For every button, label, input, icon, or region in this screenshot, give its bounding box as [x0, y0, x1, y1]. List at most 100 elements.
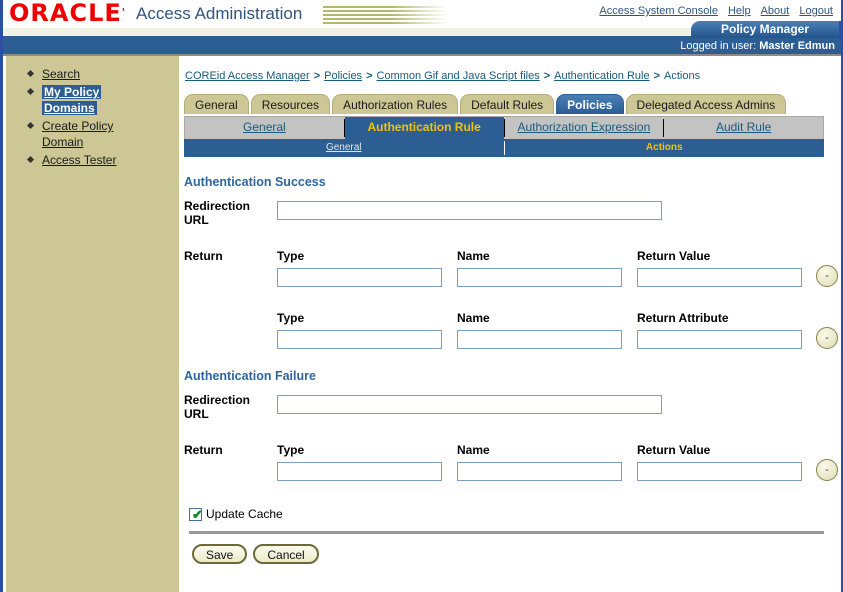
- success-redirection-row: Redirection URL: [184, 199, 839, 237]
- success-r2-type-input[interactable]: [277, 330, 442, 349]
- sidebar-item-my-policy-domains[interactable]: My Policy Domains: [26, 84, 179, 116]
- tabs-level1: General Resources Authorization Rules Defau…: [184, 94, 839, 116]
- button-row: Save Cancel: [192, 544, 839, 564]
- tab-default-rules[interactable]: Default Rules: [460, 94, 555, 114]
- link-about[interactable]: About: [761, 5, 790, 17]
- section-title-authentication-success: Authentication Success: [184, 175, 326, 189]
- subsubtab-general[interactable]: General: [184, 139, 504, 157]
- breadcrumb-separator: >: [543, 70, 551, 82]
- tab-resources[interactable]: Resources: [250, 94, 331, 114]
- success-r1-value-input[interactable]: [637, 268, 802, 287]
- success-r2-name-label: Name: [457, 311, 490, 325]
- subtab-audit-rule-label[interactable]: Audit Rule: [716, 120, 771, 134]
- sidebar-item-search-label[interactable]: Search: [42, 67, 80, 81]
- subtab-audit-rule[interactable]: Audit Rule: [664, 117, 823, 139]
- breadcrumb-item-4: Actions: [664, 70, 701, 82]
- failure-redirection-label: Redirection URL: [184, 393, 251, 421]
- sidebar-item-search[interactable]: Search: [26, 66, 179, 82]
- breadcrumb-item-3[interactable]: Authentication Rule: [554, 70, 649, 82]
- breadcrumb-separator: >: [653, 70, 661, 82]
- failure-r1-name-label: Name: [457, 443, 490, 457]
- sidebar-item-create-policy-domain-label[interactable]: Create Policy: [42, 119, 113, 133]
- success-r2-value-label: Return Attribute: [637, 311, 729, 325]
- logged-in-label: Logged in user:: [680, 40, 757, 52]
- breadcrumb-item-2[interactable]: Common Gif and Java Script files: [377, 70, 540, 82]
- decorative-stripes: [323, 6, 448, 25]
- subtab-general[interactable]: General: [185, 117, 344, 139]
- breadcrumb-separator: >: [366, 70, 373, 82]
- success-r2-name-input[interactable]: [457, 330, 622, 349]
- success-r2-type-label: Type: [277, 311, 305, 325]
- success-r1-value-label: Return Value: [637, 249, 711, 263]
- subsubtab-general-label[interactable]: General: [326, 142, 362, 153]
- sidebar-nav-list: Search My Policy Domains Create Policy D…: [6, 56, 179, 168]
- failure-r1-value-label: Return Value: [637, 443, 711, 457]
- tabs-level2: General Authentication Rule Authorizatio…: [184, 116, 824, 139]
- failure-r1-type-input[interactable]: [277, 462, 442, 481]
- oracle-logo-tick: ': [121, 6, 127, 19]
- breadcrumb: COREid Access Manager > Policies > Common Gi…: [179, 56, 839, 82]
- failure-return-row-1: Return Type Name Return Value -: [184, 443, 839, 491]
- minus-icon[interactable]: -: [816, 459, 838, 481]
- link-logout[interactable]: Logout: [799, 5, 833, 17]
- sidebar-item-create-policy-domain[interactable]: Create Policy Domain: [26, 118, 179, 150]
- success-redirection-url-input[interactable]: [277, 201, 662, 220]
- failure-r1-name-input[interactable]: [457, 462, 622, 481]
- success-r1-type-label: Type: [277, 249, 305, 263]
- failure-r1-type-label: Type: [277, 443, 305, 457]
- save-button[interactable]: Save: [192, 544, 248, 564]
- success-r2-value-input[interactable]: [637, 330, 802, 349]
- failure-redirection-url-input[interactable]: [277, 395, 662, 414]
- tab-authorization-rules[interactable]: Authorization Rules: [332, 94, 459, 114]
- success-r1-name-label: Name: [457, 249, 490, 263]
- update-cache-row: ✔ Update Cache: [189, 507, 839, 521]
- success-r1-type-input[interactable]: [277, 268, 442, 287]
- success-return-row-1: Return Type Name Return Value -: [184, 249, 839, 301]
- sidebar-item-access-tester[interactable]: Access Tester: [26, 152, 179, 168]
- breadcrumb-item-0[interactable]: COREid Access Manager: [185, 70, 310, 82]
- sidebar-item-create-policy-domain-label2[interactable]: Domain: [42, 135, 83, 149]
- success-redirection-label: Redirection URL: [184, 199, 251, 227]
- tab-delegated-access-admins[interactable]: Delegated Access Admins: [625, 94, 787, 114]
- top-links: Access System Console Help About Logout: [589, 5, 833, 17]
- checkmark-icon: ✔: [192, 506, 203, 522]
- link-help[interactable]: Help: [728, 5, 751, 17]
- subtab-general-label[interactable]: General: [243, 120, 286, 134]
- success-return-row-2: Type Name Return Attribute -: [184, 311, 839, 363]
- failure-redirection-row: Redirection URL: [184, 393, 839, 431]
- product-tab-policy-manager[interactable]: Policy Manager: [691, 21, 841, 38]
- masthead: ORACLE' Access Administration Access Sys…: [3, 0, 841, 56]
- subsubtab-actions[interactable]: Actions: [505, 139, 825, 157]
- subtab-authorization-expression[interactable]: Authorization Expression: [505, 117, 664, 139]
- diamond-bullet-icon: [26, 155, 35, 164]
- failure-r1-value-input[interactable]: [637, 462, 802, 481]
- tab-policies[interactable]: Policies: [556, 94, 624, 114]
- success-r1-name-input[interactable]: [457, 268, 622, 287]
- section-title-authentication-failure: Authentication Failure: [184, 369, 316, 383]
- logged-in-user: Logged in user: Master Edmun: [672, 38, 839, 54]
- minus-icon[interactable]: -: [816, 327, 838, 349]
- oracle-logo-text: ORACLE: [9, 0, 122, 27]
- sidebar: Search My Policy Domains Create Policy D…: [6, 56, 179, 592]
- sidebar-item-my-policy-domains-label2[interactable]: Domains: [42, 101, 97, 115]
- breadcrumb-item-1[interactable]: Policies: [324, 70, 362, 82]
- sidebar-item-my-policy-domains-label[interactable]: My Policy: [42, 85, 102, 99]
- tab-general[interactable]: General: [184, 94, 249, 114]
- success-return-label: Return: [184, 249, 223, 263]
- update-cache-checkbox[interactable]: ✔: [189, 506, 203, 522]
- app-title: Access Administration: [136, 4, 303, 23]
- content-area: COREid Access Manager > Policies > Common Gi…: [179, 56, 839, 592]
- minus-icon[interactable]: -: [816, 265, 838, 287]
- diamond-bullet-icon: [26, 121, 35, 130]
- cancel-button[interactable]: Cancel: [253, 544, 319, 564]
- breadcrumb-separator: >: [313, 70, 321, 82]
- subtab-authentication-rule[interactable]: Authentication Rule: [344, 117, 504, 139]
- oracle-logo: ORACLE': [9, 1, 126, 25]
- divider: [189, 531, 824, 534]
- subtab-authorization-expression-label[interactable]: Authorization Expression: [518, 120, 651, 134]
- update-cache-label: Update Cache: [206, 507, 283, 521]
- diamond-bullet-icon: [26, 69, 35, 78]
- link-access-system-console[interactable]: Access System Console: [599, 5, 718, 17]
- sidebar-item-access-tester-label[interactable]: Access Tester: [42, 153, 116, 167]
- actions-form: Authentication Success Redirection URL R…: [179, 175, 839, 564]
